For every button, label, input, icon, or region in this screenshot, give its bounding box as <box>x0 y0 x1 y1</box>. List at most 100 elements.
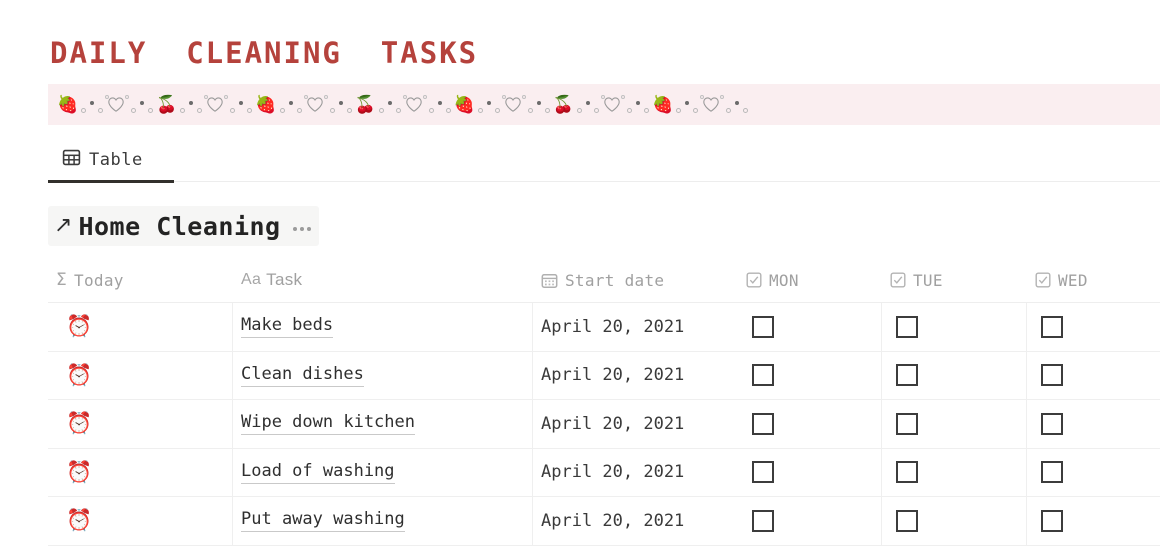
alarm-clock-icon: ⏰ <box>66 412 93 436</box>
cell-today[interactable]: ⏰ <box>48 448 233 496</box>
cell-wed[interactable] <box>1027 352 1160 400</box>
checkbox-mon[interactable] <box>752 509 774 532</box>
banner-pattern: 🍓 🍒 🍓 🍒 🍓 🍒 🍓 <box>48 94 750 115</box>
tab-active-underline <box>48 180 174 183</box>
start-date-value[interactable]: April 20, 2021 <box>541 317 684 337</box>
dot-cluster <box>476 96 502 114</box>
cell-task[interactable]: Load of washing <box>233 448 533 496</box>
cell-mon[interactable] <box>738 400 882 448</box>
start-date-value[interactable]: April 20, 2021 <box>541 414 684 434</box>
cell-task[interactable]: Wipe down kitchen <box>233 400 533 448</box>
cell-start-date[interactable]: April 20, 2021 <box>533 400 738 448</box>
column-label-task: Task <box>266 270 303 289</box>
column-label-tue: TUE <box>913 270 943 290</box>
banner-unit: 🍒 <box>155 96 204 114</box>
cell-tue[interactable] <box>882 448 1027 496</box>
heart-outline-icon <box>700 94 725 115</box>
dot-cluster <box>724 96 750 114</box>
checkbox-wed[interactable] <box>1041 509 1063 532</box>
task-title-link[interactable]: Wipe down kitchen <box>241 412 415 436</box>
page-root: DAILY CLEANING TASKS 🍓 🍒 🍓 🍒 🍓 🍒 🍓 Table ↗ Ho <box>0 0 1160 553</box>
start-date-value[interactable]: April 20, 2021 <box>541 365 684 385</box>
cell-tue[interactable] <box>882 351 1027 399</box>
banner-unit <box>105 94 155 115</box>
checkbox-mon[interactable] <box>752 412 774 435</box>
checkbox-wed[interactable] <box>1041 461 1063 484</box>
dot-cluster <box>575 96 601 114</box>
cell-tue[interactable] <box>882 303 1027 351</box>
start-date-value[interactable]: April 20, 2021 <box>541 511 684 531</box>
alarm-clock-icon: ⏰ <box>66 315 93 339</box>
cell-start-date[interactable]: April 20, 2021 <box>533 303 738 351</box>
cell-start-date[interactable]: April 20, 2021 <box>533 449 738 497</box>
checkbox-mon[interactable] <box>752 461 774 484</box>
table-row: ⏰ Clean dishes April 20, 2021 <box>48 351 1160 400</box>
task-title-link[interactable]: Clean dishes <box>241 364 364 387</box>
table-row: ⏰ Load of washing April 20, 2021 <box>48 448 1160 497</box>
cell-wed[interactable] <box>1027 400 1160 448</box>
checkbox-tue[interactable] <box>896 461 918 484</box>
cell-wed[interactable] <box>1027 449 1160 497</box>
start-date-value[interactable]: April 20, 2021 <box>541 462 684 482</box>
task-title-link[interactable]: Make beds <box>241 315 334 339</box>
cell-today[interactable]: ⏰ <box>48 303 233 351</box>
dot-cluster <box>674 96 700 114</box>
task-title-link[interactable]: Put away washing <box>241 509 405 533</box>
tab-bar: Table <box>48 138 1160 183</box>
tab-table[interactable]: Table <box>48 138 157 182</box>
task-title-link[interactable]: Load of washing <box>241 461 395 484</box>
column-header-tue[interactable]: TUE <box>882 258 1027 303</box>
column-header-mon[interactable]: MON <box>738 258 882 303</box>
heart-outline-icon <box>204 94 229 115</box>
cell-mon[interactable] <box>738 303 882 351</box>
cell-today[interactable]: ⏰ <box>48 351 233 399</box>
dot-cluster <box>328 96 354 114</box>
table-row: ⏰ Wipe down kitchen April 20, 2021 <box>48 400 1160 449</box>
banner-unit <box>700 94 750 115</box>
checkbox-mon[interactable] <box>752 364 774 387</box>
cell-wed[interactable] <box>1027 303 1160 351</box>
cell-wed[interactable] <box>1027 497 1160 545</box>
ellipsis-icon[interactable] <box>292 221 311 231</box>
column-header-start-date[interactable]: Start date <box>533 258 738 303</box>
checkbox-wed[interactable] <box>1041 412 1063 435</box>
banner-unit <box>402 94 453 115</box>
cell-task[interactable]: Clean dishes <box>233 351 533 399</box>
cell-tue[interactable] <box>882 400 1027 448</box>
checkbox-icon <box>746 272 762 288</box>
banner-unit <box>601 94 651 115</box>
checkbox-wed[interactable] <box>1041 364 1063 387</box>
cell-task[interactable]: Put away washing <box>233 497 533 545</box>
cell-start-date[interactable]: April 20, 2021 <box>533 497 738 545</box>
checkbox-tue[interactable] <box>896 509 918 532</box>
collection-title: Home Cleaning <box>78 211 281 241</box>
dot-cluster <box>79 96 105 114</box>
heart-outline-icon <box>501 94 526 115</box>
aa-text-icon: Aa <box>241 271 262 288</box>
collection-heading[interactable]: ↗ Home Cleaning <box>48 206 319 246</box>
alarm-clock-icon: ⏰ <box>66 363 93 387</box>
cell-mon[interactable] <box>738 448 882 496</box>
dot-cluster <box>526 96 552 114</box>
cell-today[interactable]: ⏰ <box>48 400 233 448</box>
checkbox-tue[interactable] <box>896 412 918 435</box>
checkbox-mon[interactable] <box>752 315 774 338</box>
cell-start-date[interactable]: April 20, 2021 <box>533 352 738 400</box>
checkbox-tue[interactable] <box>896 315 918 338</box>
dot-cluster <box>625 96 651 114</box>
banner-unit: 🍓 <box>651 96 700 114</box>
column-header-today[interactable]: Σ Today <box>48 258 233 303</box>
column-header-wed[interactable]: WED <box>1027 258 1160 303</box>
cell-task[interactable]: Make beds <box>233 303 533 351</box>
dot-cluster <box>178 96 204 114</box>
checkbox-wed[interactable] <box>1041 315 1063 338</box>
cell-mon[interactable] <box>738 351 882 399</box>
cherries-icon: 🍒 <box>552 95 575 114</box>
cell-tue[interactable] <box>882 497 1027 545</box>
checkbox-tue[interactable] <box>896 364 918 387</box>
column-header-task[interactable]: Aa Task <box>233 258 533 303</box>
cell-mon[interactable] <box>738 497 882 545</box>
table-body: ⏰ Make beds April 20, 2021 ⏰ Clean dishes Apr… <box>48 303 1160 546</box>
cell-today[interactable]: ⏰ <box>48 497 233 545</box>
dot-cluster <box>129 96 155 114</box>
